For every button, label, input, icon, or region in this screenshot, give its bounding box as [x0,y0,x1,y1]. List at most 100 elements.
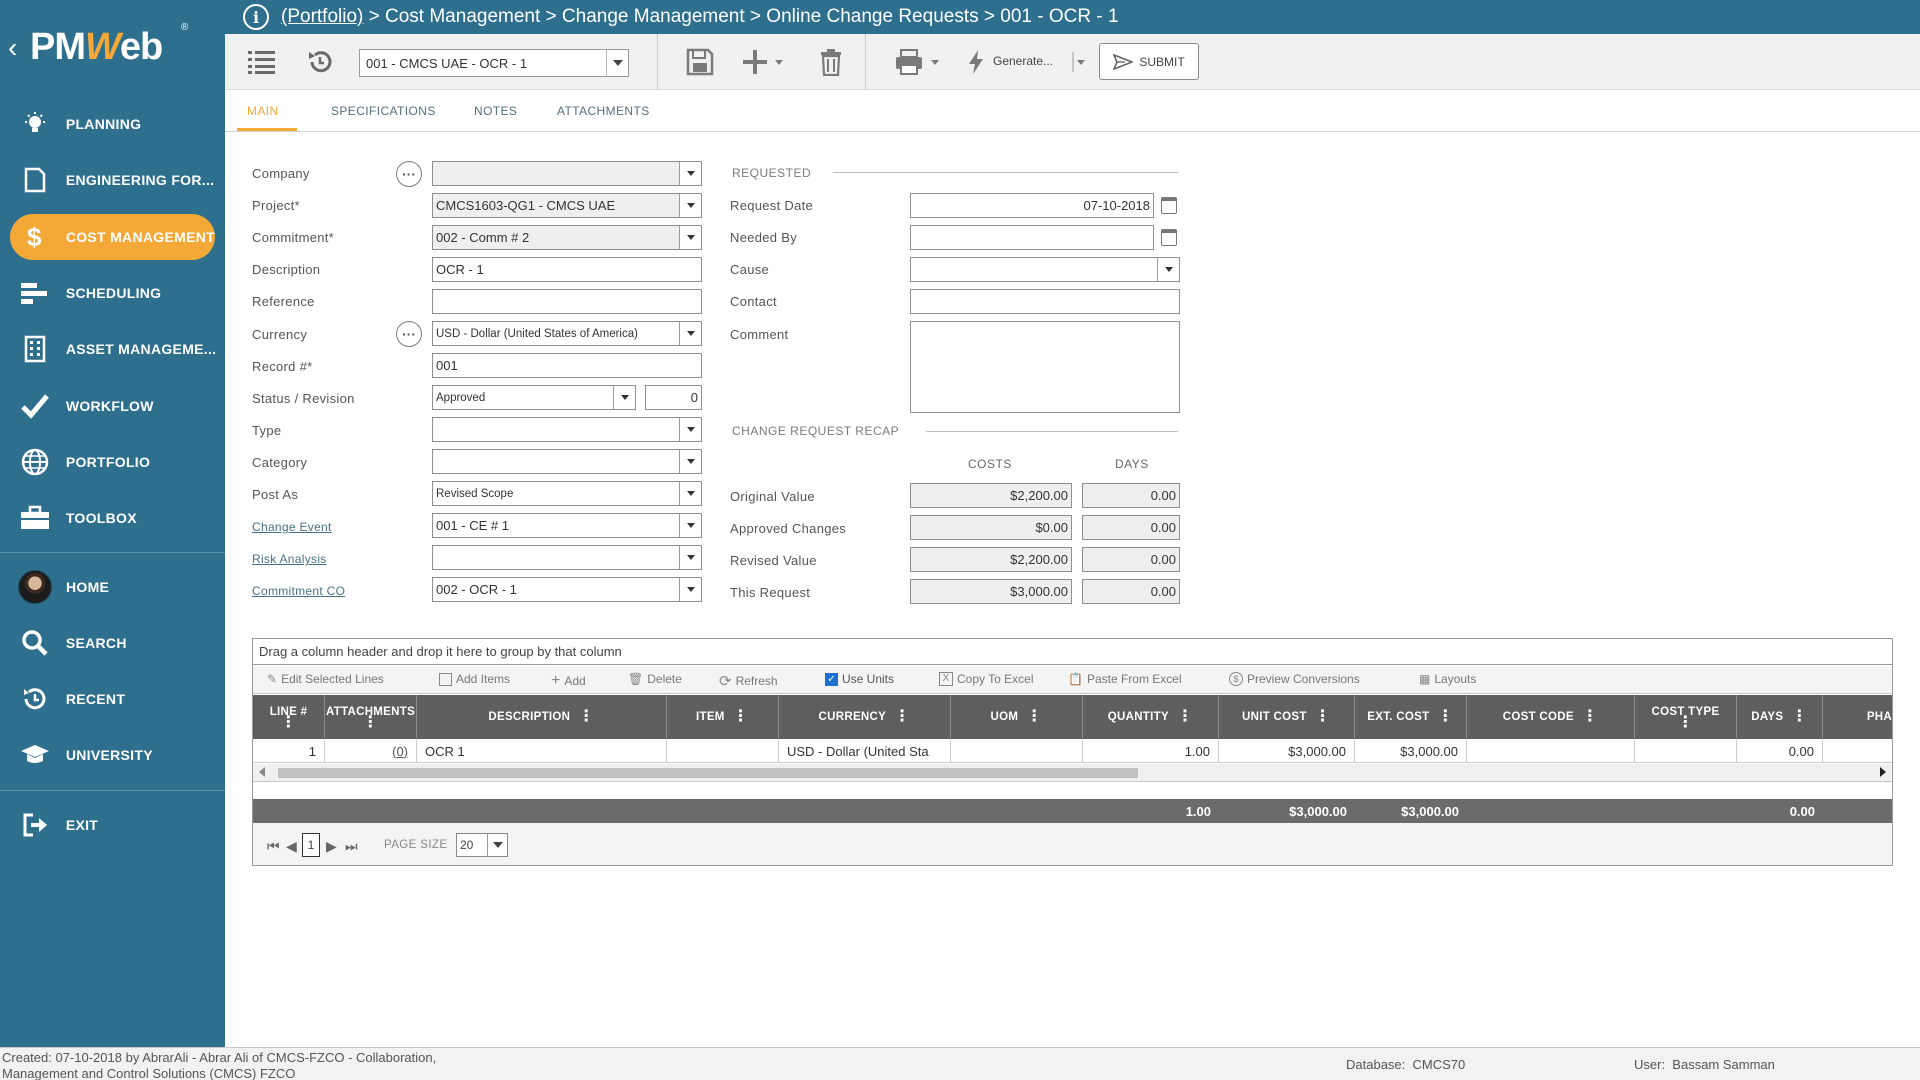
info-icon[interactable]: i [243,4,269,30]
print-dropdown-button[interactable] [895,46,947,78]
type-select[interactable] [432,417,702,442]
chevron-down-icon[interactable] [606,50,628,76]
reference-input[interactable] [432,289,702,314]
description-input[interactable]: OCR - 1 [432,257,702,282]
nav-item-asset-management[interactable]: ASSET MANAGEME... [10,326,215,372]
nav-item-exit[interactable]: EXIT [10,802,215,848]
nav-item-university[interactable]: UNIVERSITY [10,732,215,778]
tab-specifications[interactable]: SPECIFICATIONS [331,104,436,118]
column-header-cost-type[interactable]: COST TYPE ⋮ [1635,695,1737,739]
column-header-currency[interactable]: CURRENCY ⋮ [779,695,951,739]
cause-select[interactable] [910,257,1180,282]
save-icon[interactable] [685,46,715,78]
history-icon[interactable] [305,46,335,78]
add-button[interactable]: + Add [551,672,586,690]
layouts-button[interactable]: ▦ Layouts [1419,672,1476,686]
nav-item-cost-management[interactable]: $ COST MANAGEMENT [10,214,215,260]
comment-textarea[interactable] [910,321,1180,413]
column-header-cost-code[interactable]: COST CODE ⋮ [1467,695,1635,739]
delete-button[interactable]: 🗑 Delete [628,672,682,686]
company-lookup-icon[interactable]: ··· [396,161,422,187]
category-select[interactable] [432,449,702,474]
column-header-unit-cost[interactable]: UNIT COST ⋮ [1219,695,1355,739]
cell-attachments-link[interactable]: (0) [325,739,417,763]
table-row[interactable]: 1 (0) OCR 1 USD - Dollar (United Sta 1.0… [253,739,1892,763]
list-view-icon[interactable] [247,46,277,78]
nav-item-workflow[interactable]: WORKFLOW [10,383,215,429]
column-header-line[interactable]: LINE # ⋮ [253,695,325,739]
nav-item-home[interactable]: HOME [10,564,215,610]
scrollbar-thumb[interactable] [278,768,1138,778]
column-header-item[interactable]: ITEM ⋮ [667,695,779,739]
status-bar: Created: 07-10-2018 by AbrarAli - Abrar … [0,1047,1920,1080]
project-select[interactable]: CMCS1603-QG1 - CMCS UAE [432,193,702,218]
generate-button[interactable]: Generate... [993,54,1053,68]
post-as-select[interactable]: Revised Scope [432,481,702,506]
change-event-select[interactable]: 001 - CE # 1 [432,513,702,538]
commitment-co-select[interactable]: 002 - OCR - 1 [432,577,702,602]
column-header-days[interactable]: DAYS ⋮ [1737,695,1823,739]
post-as-label: Post As [252,487,299,502]
scroll-left-icon[interactable] [259,767,265,777]
change-event-link[interactable]: Change Event [252,520,332,534]
preview-conversions-button[interactable]: $ Preview Conversions [1229,672,1360,686]
calendar-icon[interactable] [1161,197,1177,214]
next-page-icon[interactable]: ▶ [326,838,337,855]
column-header-description[interactable]: DESCRIPTION ⋮ [417,695,667,739]
risk-analysis-link[interactable]: Risk Analysis [252,552,327,566]
current-page[interactable]: 1 [302,833,320,857]
submit-button[interactable]: SUBMIT [1099,43,1199,80]
use-units-toggle[interactable]: ✓ Use Units [825,672,894,686]
tab-attachments[interactable]: ATTACHMENTS [557,104,650,118]
back-chevron-icon[interactable]: ‹ [8,32,17,64]
trash-icon[interactable] [817,46,845,78]
commitment-co-link[interactable]: Commitment CO [252,584,345,598]
grid-toolbar: ✎ Edit Selected Lines Add Items + Add 🗑 Del… [253,666,1892,694]
nav-item-portfolio[interactable]: PORTFOLIO [10,439,215,485]
breadcrumb-portfolio-link[interactable]: (Portfolio) [281,6,363,27]
generate-dropdown-icon[interactable] [1070,46,1090,78]
nav-item-search[interactable]: SEARCH [10,620,215,666]
add-items-button[interactable]: Add Items [439,672,510,686]
record-select[interactable]: 001 - CMCS UAE - OCR - 1 [359,49,629,77]
calendar-icon[interactable] [1161,229,1177,246]
status-select[interactable]: Approved [432,385,636,410]
contact-input[interactable] [910,289,1180,314]
first-page-icon[interactable]: ⏮ [267,838,280,855]
column-header-uom[interactable]: UOM ⋮ [951,695,1083,739]
group-by-drop-zone[interactable]: Drag a column header and drop it here to… [253,639,1892,665]
nav-item-engineering[interactable]: ENGINEERING FOR... [10,157,215,203]
column-header-phase[interactable]: PHA [1823,695,1892,739]
column-header-attachments[interactable]: ATTACHMENTS ⋮ [325,695,417,739]
paste-from-excel-button[interactable]: 📋 Paste From Excel [1068,672,1182,686]
copy-to-excel-button[interactable]: X Copy To Excel [939,672,1033,686]
tab-notes[interactable]: NOTES [474,104,517,118]
refresh-button[interactable]: ⟳ Refresh [719,672,778,690]
needed-by-input[interactable] [910,225,1154,250]
nav-item-toolbox[interactable]: TOOLBOX [10,495,215,541]
tab-main[interactable]: MAIN [247,104,279,118]
nav-item-planning[interactable]: PLANNING [10,101,215,147]
nav-item-scheduling[interactable]: SCHEDULING [10,270,215,316]
send-icon [1113,53,1134,70]
record-input[interactable]: 001 [432,353,702,378]
column-header-quantity[interactable]: QUANTITY ⋮ [1083,695,1219,739]
currency-select[interactable]: USD - Dollar (United States of America) [432,321,702,346]
request-date-input[interactable]: 07-10-2018 [910,193,1154,218]
last-page-icon[interactable]: ⏭ [345,838,358,855]
nav-item-recent[interactable]: RECENT [10,676,215,722]
horizontal-scrollbar[interactable] [253,764,1892,782]
currency-lookup-icon[interactable]: ··· [396,321,422,347]
revision-input[interactable]: 0 [645,385,702,410]
commitment-select[interactable]: 002 - Comm # 2 [432,225,702,250]
add-dropdown-button[interactable] [741,46,791,78]
lightning-icon[interactable] [965,46,987,78]
company-select[interactable] [432,161,702,186]
column-header-ext-cost[interactable]: EXT. COST ⋮ [1355,695,1467,739]
edit-selected-lines-button[interactable]: ✎ Edit Selected Lines [267,672,384,686]
risk-analysis-select[interactable] [432,545,702,570]
pmweb-logo[interactable]: ‹ PMWeb ® [6,20,206,72]
scroll-right-icon[interactable] [1880,767,1886,777]
page-size-select[interactable]: 20 [456,833,508,857]
prev-page-icon[interactable]: ◀ [286,838,297,855]
